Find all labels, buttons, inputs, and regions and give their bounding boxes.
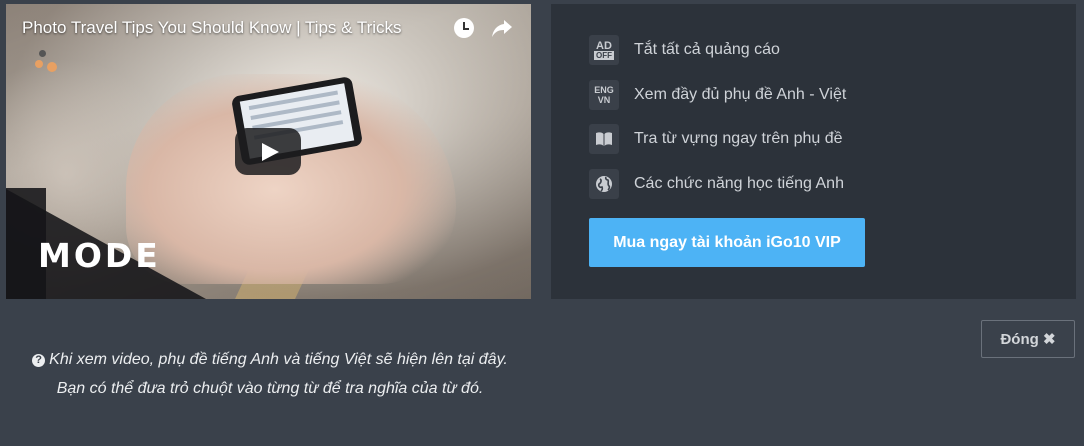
play-button[interactable] [235, 128, 301, 175]
buy-vip-button[interactable]: Mua ngay tài khoản iGo10 VIP [589, 218, 865, 267]
feature-learning: Các chức năng học tiếng Anh [589, 169, 844, 199]
question-icon: ? [32, 354, 46, 367]
feature-label: Tra từ vựng ngay trên phụ đề [634, 130, 843, 147]
globe-icon [589, 169, 619, 199]
help-line-2: Bạn có thể đưa trỏ chuột vào từng từ để … [56, 380, 484, 397]
feature-vocabulary: Tra từ vựng ngay trên phụ đề [589, 124, 843, 154]
channel-brand: MODE [38, 236, 161, 275]
feature-label: Xem đầy đủ phụ đề Anh - Việt [634, 86, 847, 103]
ad-off-icon: AD OFF [589, 35, 619, 65]
feature-subtitles: ENG VN Xem đầy đủ phụ đề Anh - Việt [589, 80, 846, 110]
help-text-1: Khi xem video, phụ đề tiếng Anh và tiếng… [49, 351, 508, 368]
feature-label: Các chức năng học tiếng Anh [634, 175, 844, 192]
channel-logo-icon[interactable] [35, 50, 59, 76]
video-title[interactable]: Photo Travel Tips You Should Know | Tips… [22, 18, 402, 38]
help-line-1: ? Khi xem video, phụ đề tiếng Anh và tiến… [0, 345, 540, 374]
subtitle-help: ? Khi xem video, phụ đề tiếng Anh và tiến… [0, 345, 540, 403]
watch-later-icon[interactable] [454, 18, 474, 38]
feature-ad-off: AD OFF Tắt tất cả quảng cáo [589, 35, 780, 65]
vip-panel: AD OFF Tắt tất cả quảng cáo ENG VN Xem đ… [551, 4, 1076, 299]
eng-vn-icon: ENG VN [589, 80, 619, 110]
book-icon [589, 124, 619, 154]
feature-label: Tắt tất cả quảng cáo [634, 41, 780, 58]
video-player[interactable]: Photo Travel Tips You Should Know | Tips… [6, 4, 531, 299]
share-icon[interactable] [490, 17, 514, 39]
close-button[interactable]: Đóng ✖ [981, 320, 1075, 358]
